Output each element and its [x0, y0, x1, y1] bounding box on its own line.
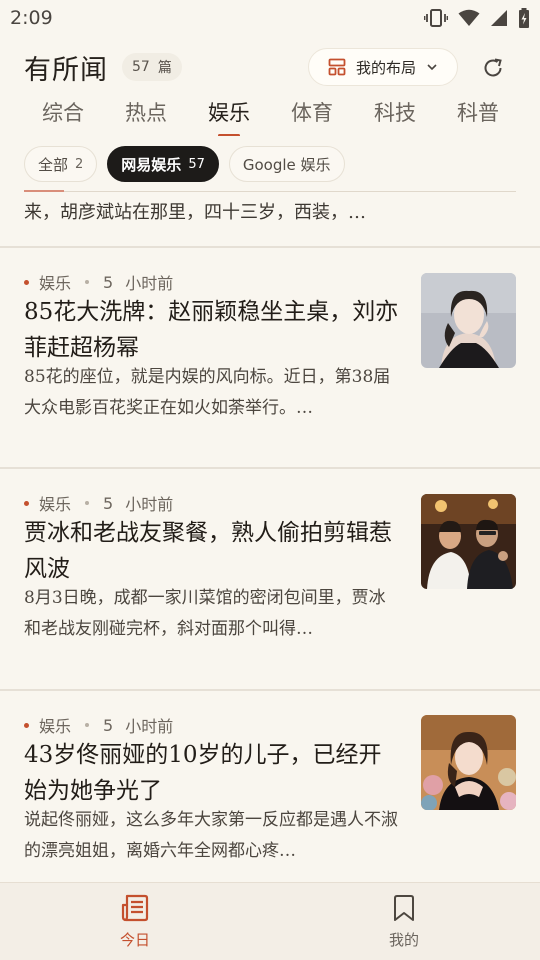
article-thumbnail[interactable] — [421, 273, 516, 368]
article-time-value: 5 — [103, 493, 114, 513]
article-title[interactable]: 贾冰和老战友聚餐，熟人偷拍剪辑惹风波 — [24, 515, 400, 587]
tab-hot[interactable]: 热点 — [125, 94, 167, 134]
source-filter-chips: 全部 2 网易娱乐 57 Google 娱乐 — [24, 146, 345, 182]
chip-google-entertainment[interactable]: Google 娱乐 — [228, 146, 345, 182]
tab-comprehensive[interactable]: 综合 — [42, 94, 84, 134]
layout-icon — [328, 58, 346, 76]
my-layout-button[interactable]: 我的布局 — [308, 48, 458, 86]
article-time-unit: 小时前 — [125, 495, 174, 514]
nav-today[interactable]: 今日 — [95, 893, 175, 953]
nav-mine[interactable]: 我的 — [364, 893, 444, 953]
bottom-navigation: 今日 我的 — [0, 882, 540, 960]
category-dot — [24, 279, 29, 285]
article-card[interactable]: 娱乐 5 小时前 贾冰和老战友聚餐，熟人偷拍剪辑惹风波 8月3日晚，成都一家川菜… — [0, 469, 540, 689]
wifi-icon — [458, 9, 480, 26]
portrait-image — [421, 273, 516, 368]
chip-count: 57 — [188, 156, 205, 172]
tab-entertainment[interactable]: 娱乐 — [208, 94, 250, 136]
status-icons — [424, 8, 530, 28]
battery-icon — [519, 8, 529, 28]
signal-icon — [491, 10, 507, 26]
app-header: 有所闻 57 篇 我的布局 — [0, 44, 540, 90]
nav-mine-label: 我的 — [388, 931, 419, 949]
tab-sports[interactable]: 体育 — [291, 94, 333, 134]
article-summary: 8月3日晚，成都一家川菜馆的密闭包间里，贾冰和老战友刚碰完杯，斜对面那个叫得… — [24, 588, 386, 639]
article-category: 娱乐 — [39, 274, 72, 293]
meta-separator — [85, 501, 90, 505]
article-time-value: 5 — [103, 272, 114, 292]
newspaper-icon — [121, 894, 149, 922]
chip-label: 网易娱乐 — [121, 155, 182, 174]
category-tabs: 综合 热点 娱乐 体育 科技 科普 — [0, 92, 540, 136]
vibrate-icon — [424, 9, 448, 27]
article-card[interactable]: 娱乐 5 小时前 43岁佟丽娅的10岁的儿子，已经开始为她争光了 说起佟丽娅，这… — [0, 691, 540, 882]
category-dot — [24, 500, 29, 506]
tab-technology[interactable]: 科技 — [374, 94, 416, 134]
chip-label: Google 娱乐 — [242, 155, 331, 174]
chip-all[interactable]: 全部 2 — [24, 146, 98, 182]
article-category: 娱乐 — [39, 717, 72, 736]
chevron-down-icon — [427, 64, 437, 71]
category-dot — [24, 722, 29, 728]
status-time: 2:09 — [10, 7, 53, 29]
refresh-button[interactable] — [478, 53, 508, 83]
status-bar: 2:09 — [0, 0, 540, 36]
article-count-unit: 篇 — [157, 60, 172, 76]
article-meta: 娱乐 5 小时前 — [24, 491, 173, 515]
meta-separator — [85, 280, 90, 284]
article-card[interactable]: 娱乐 5 小时前 85花大洗牌：赵丽颖稳坐主桌，刘亦菲赶超杨幂 85花的座位，就… — [0, 248, 540, 468]
chip-count: 2 — [75, 156, 84, 172]
chip-netease-entertainment[interactable]: 网易娱乐 57 — [107, 146, 219, 182]
article-meta: 娱乐 5 小时前 — [24, 270, 173, 294]
refresh-icon — [484, 58, 502, 77]
article-summary: 85花的座位，就是内娱的风向标。近日，第38届大众电影百花奖正在如火如荼举行。… — [24, 367, 391, 418]
news-feed[interactable]: 来，胡彦斌站在那里，四十三岁，西装，… 娱乐 5 小时前 85花大洗牌：赵丽颖稳… — [0, 192, 540, 882]
meta-separator — [85, 723, 90, 727]
app-title: 有所闻 — [24, 54, 108, 86]
article-time-unit: 小时前 — [125, 717, 174, 736]
article-count: 57 — [132, 59, 150, 75]
portrait-image — [421, 715, 516, 810]
article-summary: 说起佟丽娅，这么多年大家第一反应都是遇人不淑的漂亮姐姐，离婚六年全网都心疼… — [24, 810, 398, 861]
nav-today-label: 今日 — [119, 931, 150, 949]
my-layout-label: 我的布局 — [355, 58, 416, 77]
group-photo-image — [421, 494, 516, 589]
article-title[interactable]: 43岁佟丽娅的10岁的儿子，已经开始为她争光了 — [24, 737, 400, 809]
article-title[interactable]: 85花大洗牌：赵丽颖稳坐主桌，刘亦菲赶超杨幂 — [24, 294, 400, 366]
chip-label: 全部 — [38, 155, 69, 174]
article-time-unit: 小时前 — [125, 274, 174, 293]
article-category: 娱乐 — [39, 495, 72, 514]
bookmark-icon — [394, 895, 414, 921]
tab-science[interactable]: 科普 — [457, 94, 499, 134]
partial-article-summary[interactable]: 来，胡彦斌站在那里，四十三岁，西装，… — [24, 198, 516, 224]
article-thumbnail[interactable] — [421, 715, 516, 810]
article-meta: 娱乐 5 小时前 — [24, 713, 173, 737]
article-count-badge: 57 篇 — [122, 53, 182, 81]
article-thumbnail[interactable] — [421, 494, 516, 589]
article-time-value: 5 — [103, 715, 114, 735]
